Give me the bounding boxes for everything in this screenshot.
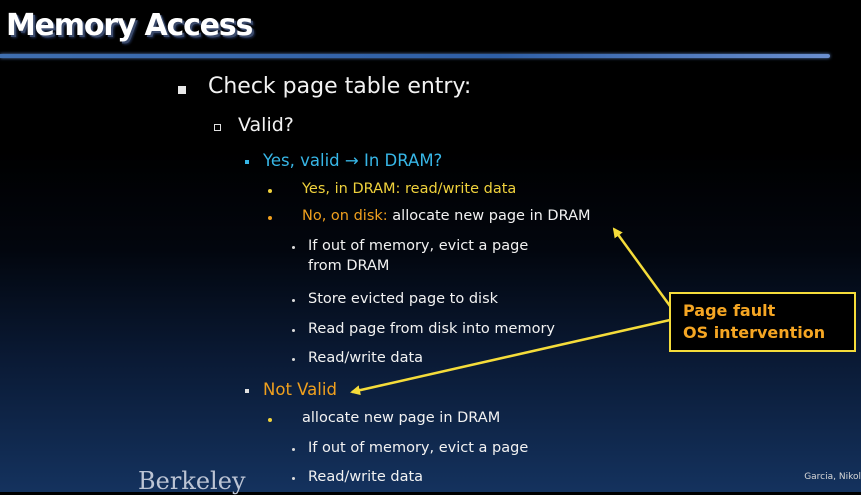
footer-berkeley: Berkeley (138, 467, 246, 495)
footer-authors: Garcia, Nikol (804, 472, 861, 482)
arrow-to-not-valid (350, 318, 671, 396)
arrow-to-no-on-disk (612, 227, 672, 307)
callout-arrows (350, 227, 672, 396)
